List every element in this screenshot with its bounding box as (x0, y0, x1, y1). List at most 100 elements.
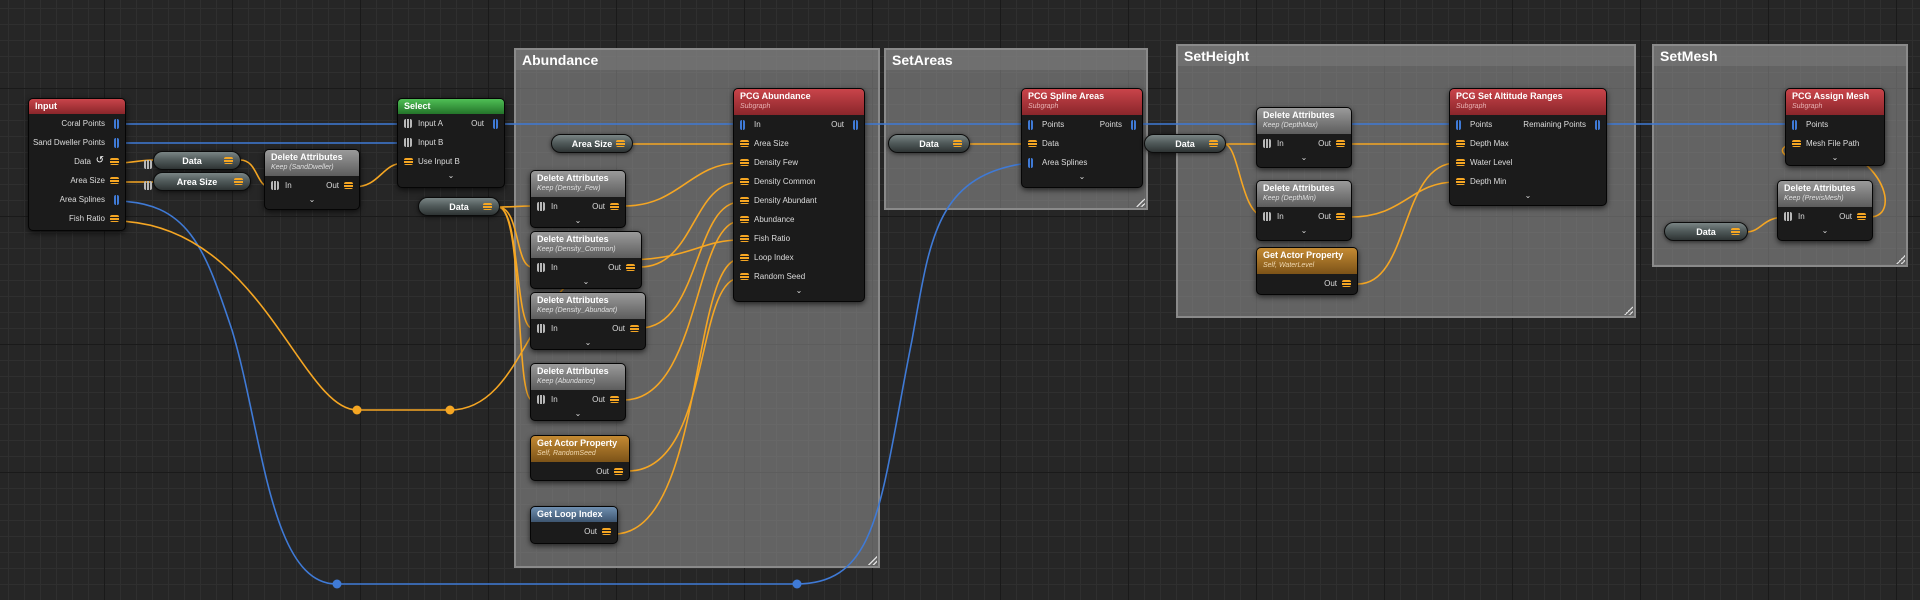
pin-row-in-out[interactable]: In Out (734, 115, 864, 134)
param-pin-icon[interactable] (616, 140, 625, 147)
expand-chevron-icon[interactable]: ⌄ (398, 171, 504, 183)
delete-attributes-previsvmesh-node[interactable]: Delete Attributes Keep (PrevisMesh) In Ou… (1777, 180, 1873, 241)
get-actor-property-waterlevel-node[interactable]: Get Actor Property Self, WaterLevel Out (1256, 247, 1358, 295)
pin-row-in-out[interactable]: In Out (1257, 207, 1351, 226)
pin-fish-ratio[interactable]: Fish Ratio (734, 229, 864, 248)
pin-random-seed[interactable]: Random Seed (734, 267, 864, 286)
any-pin-icon[interactable] (537, 324, 545, 335)
any-pin-icon[interactable] (1263, 139, 1271, 150)
pin-row-in-out[interactable]: In Out (265, 176, 359, 195)
pin-mesh-file-path[interactable]: Mesh File Path (1786, 134, 1884, 153)
pin-row-in-out[interactable]: In Out (531, 319, 645, 338)
delete-attributes-density-few-node[interactable]: Delete Attributes Keep (Density_Few) In O… (530, 170, 626, 228)
point-pin-icon[interactable] (114, 195, 119, 207)
pin-row-points[interactable]: Points Points (1022, 115, 1142, 134)
param-pin-icon[interactable] (1456, 178, 1465, 187)
input-pin-area-size[interactable]: Area Size (29, 171, 125, 190)
point-pin-icon[interactable] (740, 120, 745, 132)
pcg-abundance-subgraph-node[interactable]: PCG Abundance Subgraph In Out Area Size D… (733, 88, 865, 302)
pin-row-out[interactable]: Out (1257, 274, 1357, 293)
any-pin-icon[interactable] (271, 181, 279, 192)
any-pin-icon[interactable] (404, 138, 412, 149)
expand-chevron-icon[interactable]: ⌄ (531, 216, 625, 228)
expand-chevron-icon[interactable]: ⌄ (734, 286, 864, 298)
pin-density-abundant[interactable]: Density Abundant (734, 191, 864, 210)
pin-density-common[interactable]: Density Common (734, 172, 864, 191)
param-pin-icon[interactable] (614, 468, 623, 477)
point-pin-icon[interactable] (493, 119, 498, 131)
select-node[interactable]: Select Input A Out Input B Use Input B ⌄ (397, 98, 505, 188)
delete-attributes-depthmin-node[interactable]: Delete Attributes Keep (DepthMin) In Out … (1256, 180, 1352, 241)
param-pin-icon[interactable] (1857, 213, 1866, 222)
point-pin-icon[interactable] (853, 120, 858, 132)
input-pin-coral-points[interactable]: Coral Points (29, 114, 125, 133)
point-pin-icon[interactable] (1028, 120, 1033, 132)
pin-row-points[interactable]: Points Remaining Points (1450, 115, 1606, 134)
get-actor-property-randomseed-node[interactable]: Get Actor Property Self, RandomSeed Out (530, 435, 630, 481)
pcg-spline-areas-subgraph-node[interactable]: PCG Spline Areas Subgraph Points Points D… (1021, 88, 1143, 188)
param-pin-icon[interactable] (740, 159, 749, 168)
param-pin-icon[interactable] (610, 203, 619, 212)
any-pin-icon[interactable] (1784, 212, 1792, 223)
point-pin-icon[interactable] (1595, 120, 1600, 132)
param-pin-icon[interactable] (234, 178, 243, 185)
expand-chevron-icon[interactable]: ⌄ (265, 195, 359, 207)
get-loop-index-node[interactable]: Get Loop Index Out (530, 506, 618, 544)
any-pin-icon[interactable] (537, 263, 545, 274)
param-pin-icon[interactable] (740, 178, 749, 187)
pin-density-few[interactable]: Density Few (734, 153, 864, 172)
param-pin-icon[interactable] (1336, 213, 1345, 222)
pcg-graph-canvas[interactable]: Abundance SetAreas SetHeight SetMesh Inp… (0, 0, 1920, 600)
param-pin-icon[interactable] (344, 182, 353, 191)
point-pin-icon[interactable] (1131, 120, 1136, 132)
delete-attributes-sanddweller-node[interactable]: Delete Attributes Keep (SandDweller) In O… (264, 149, 360, 210)
param-pin-icon[interactable] (626, 264, 635, 273)
pin-row-in-out[interactable]: In Out (531, 258, 641, 277)
input-pin-area-splines[interactable]: Area Splines (29, 190, 125, 209)
param-pin-icon[interactable] (740, 216, 749, 225)
select-pin-input-b[interactable]: Input B (398, 133, 504, 152)
reroute-area-size-node[interactable]: Area Size (144, 172, 251, 191)
expand-chevron-icon[interactable]: ⌄ (531, 338, 645, 350)
reroute-area-size-node[interactable]: Area Size (551, 134, 633, 153)
expand-chevron-icon[interactable]: ⌄ (1450, 191, 1606, 203)
expand-chevron-icon[interactable]: ⌄ (1786, 153, 1884, 165)
any-pin-icon[interactable] (1263, 212, 1271, 223)
point-pin-icon[interactable] (1028, 158, 1033, 170)
param-pin-icon[interactable] (740, 140, 749, 149)
reroute-data-node[interactable]: Data (1664, 222, 1748, 241)
reroute-data-node[interactable]: Data (888, 134, 970, 153)
delete-attributes-density-abundant-node[interactable]: Delete Attributes Keep (Density_Abundant)… (530, 292, 646, 350)
param-pin-icon[interactable] (1731, 228, 1740, 235)
param-pin-icon[interactable] (404, 158, 413, 167)
pcg-set-altitude-ranges-node[interactable]: PCG Set Altitude Ranges Subgraph Points R… (1449, 88, 1607, 206)
pin-depth-max[interactable]: Depth Max (1450, 134, 1606, 153)
pin-row-in-out[interactable]: In Out (531, 197, 625, 216)
pin-loop-index[interactable]: Loop Index (734, 248, 864, 267)
param-pin-icon[interactable] (110, 177, 119, 186)
pin-area-splines[interactable]: Area Splines (1022, 153, 1142, 172)
pin-row-in-out[interactable]: In Out (531, 390, 625, 409)
pin-data[interactable]: Data (1022, 134, 1142, 153)
pin-points[interactable]: Points (1786, 115, 1884, 134)
param-pin-icon[interactable] (1456, 159, 1465, 168)
expand-chevron-icon[interactable]: ⌄ (1257, 153, 1351, 165)
param-pin-icon[interactable] (483, 203, 492, 210)
point-pin-icon[interactable] (1792, 120, 1797, 132)
reroute-data-node[interactable]: Data (1144, 134, 1226, 153)
expand-chevron-icon[interactable]: ⌄ (1257, 226, 1351, 238)
param-pin-icon[interactable] (630, 325, 639, 334)
reroute-data-node[interactable]: Data (418, 197, 500, 216)
select-pin-use-input-b[interactable]: Use Input B (398, 152, 504, 171)
param-pin-icon[interactable] (740, 273, 749, 282)
param-pin-icon[interactable] (602, 528, 611, 537)
pin-row-out[interactable]: Out (531, 522, 617, 541)
pin-row-in-out[interactable]: In Out (1257, 134, 1351, 153)
delete-attributes-depthmax-node[interactable]: Delete Attributes Keep (DepthMax) In Out … (1256, 107, 1352, 168)
pin-abundance[interactable]: Abundance (734, 210, 864, 229)
any-pin-icon[interactable] (404, 119, 412, 130)
delete-attributes-density-common-node[interactable]: Delete Attributes Keep (Density_Common) I… (530, 231, 642, 289)
expand-chevron-icon[interactable]: ⌄ (531, 277, 641, 289)
param-pin-icon[interactable] (110, 215, 119, 224)
param-pin-icon[interactable] (740, 254, 749, 263)
